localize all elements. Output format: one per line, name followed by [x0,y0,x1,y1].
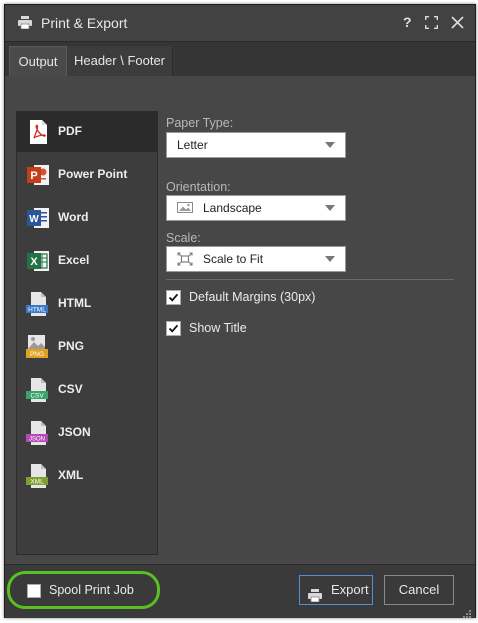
format-badge: CSV [30,393,44,400]
print-export-dialog: Print & Export ? Output Header \ Footer [4,4,476,618]
json-icon: JSON [25,420,51,446]
export-button[interactable]: Export [299,575,373,605]
powerpoint-icon: P [25,162,51,188]
format-item-powerpoint[interactable]: P Power Point [17,155,157,195]
dialog-footer: Spool Print Job Export Cancel [5,564,475,618]
format-badge: HTML [28,307,46,314]
pdf-icon [25,119,51,145]
format-badge: JSON [29,437,45,443]
default-margins-label[interactable]: Default Margins (30px) [189,290,315,304]
format-item-word[interactable]: W Word [17,198,157,238]
format-label: Word [58,210,89,224]
spool-print-job-checkbox[interactable] [27,584,41,598]
format-list: PDF P Power Point W Word X Excel HTML HT… [16,111,158,555]
scale-value: Scale to Fit [203,252,264,266]
format-label: CSV [58,382,83,396]
format-label: Power Point [58,167,128,181]
format-label: JSON [58,425,91,439]
xml-icon: XML [25,463,51,489]
resize-grip-icon[interactable] [463,605,471,623]
format-label: HTML [58,296,92,310]
show-title-checkbox[interactable] [166,321,181,336]
html-icon: HTML [25,291,51,317]
csv-icon: CSV [25,377,51,403]
maximize-icon[interactable] [425,16,438,34]
format-item-csv[interactable]: CSV CSV [17,370,157,410]
cancel-button[interactable]: Cancel [384,575,454,605]
close-icon[interactable] [451,16,464,34]
svg-text:X: X [30,256,38,268]
scale-select[interactable]: Scale to Fit [166,246,346,272]
orientation-value: Landscape [203,201,262,215]
format-label: PNG [58,339,85,353]
printer-icon [18,16,32,34]
format-item-excel[interactable]: X Excel [17,241,157,281]
chevron-down-icon [325,256,335,262]
paper-type-select[interactable]: Letter [166,132,346,158]
printer-icon [308,584,322,612]
chevron-down-icon [325,142,335,148]
format-label: PDF [58,124,82,138]
paper-type-label: Paper Type: [166,116,234,130]
tab-output[interactable]: Output [9,46,67,77]
format-item-json[interactable]: JSON JSON [17,413,157,453]
svg-text:W: W [29,214,39,225]
help-button[interactable]: ? [403,14,412,30]
title-bar[interactable]: Print & Export ? [5,5,475,42]
png-icon: PNG [25,334,51,360]
spool-print-job-label[interactable]: Spool Print Job [49,583,134,597]
format-badge: PNG [30,351,44,358]
format-item-xml[interactable]: XML XML [17,456,157,496]
default-margins-checkbox[interactable] [166,290,181,305]
checkmark-icon [168,324,179,333]
orientation-label: Orientation: [166,180,231,194]
output-panel: PDF P Power Point W Word X Excel HTML HT… [5,76,475,564]
show-title-label[interactable]: Show Title [189,321,247,335]
svg-text:P: P [30,170,37,182]
scale-to-fit-icon [177,252,193,271]
excel-icon: X [25,248,51,274]
format-badge: XML [30,479,44,486]
tab-header-footer[interactable]: Header \ Footer [67,46,173,76]
format-item-png[interactable]: PNG PNG [17,327,157,367]
chevron-down-icon [325,205,335,211]
checkmark-icon [168,293,179,302]
tab-bar: Output Header \ Footer [5,42,475,77]
orientation-select[interactable]: Landscape [166,195,346,221]
format-item-html[interactable]: HTML HTML [17,284,157,324]
format-label: XML [58,468,84,482]
scale-label: Scale: [166,231,201,245]
format-label: Excel [58,253,90,267]
paper-type-value: Letter [177,138,208,152]
options-divider [166,279,454,280]
format-item-pdf[interactable]: PDF [17,112,157,152]
landscape-icon [177,201,193,219]
export-label: Export [331,582,369,597]
word-icon: W [25,205,51,231]
dialog-title: Print & Export [41,15,128,31]
